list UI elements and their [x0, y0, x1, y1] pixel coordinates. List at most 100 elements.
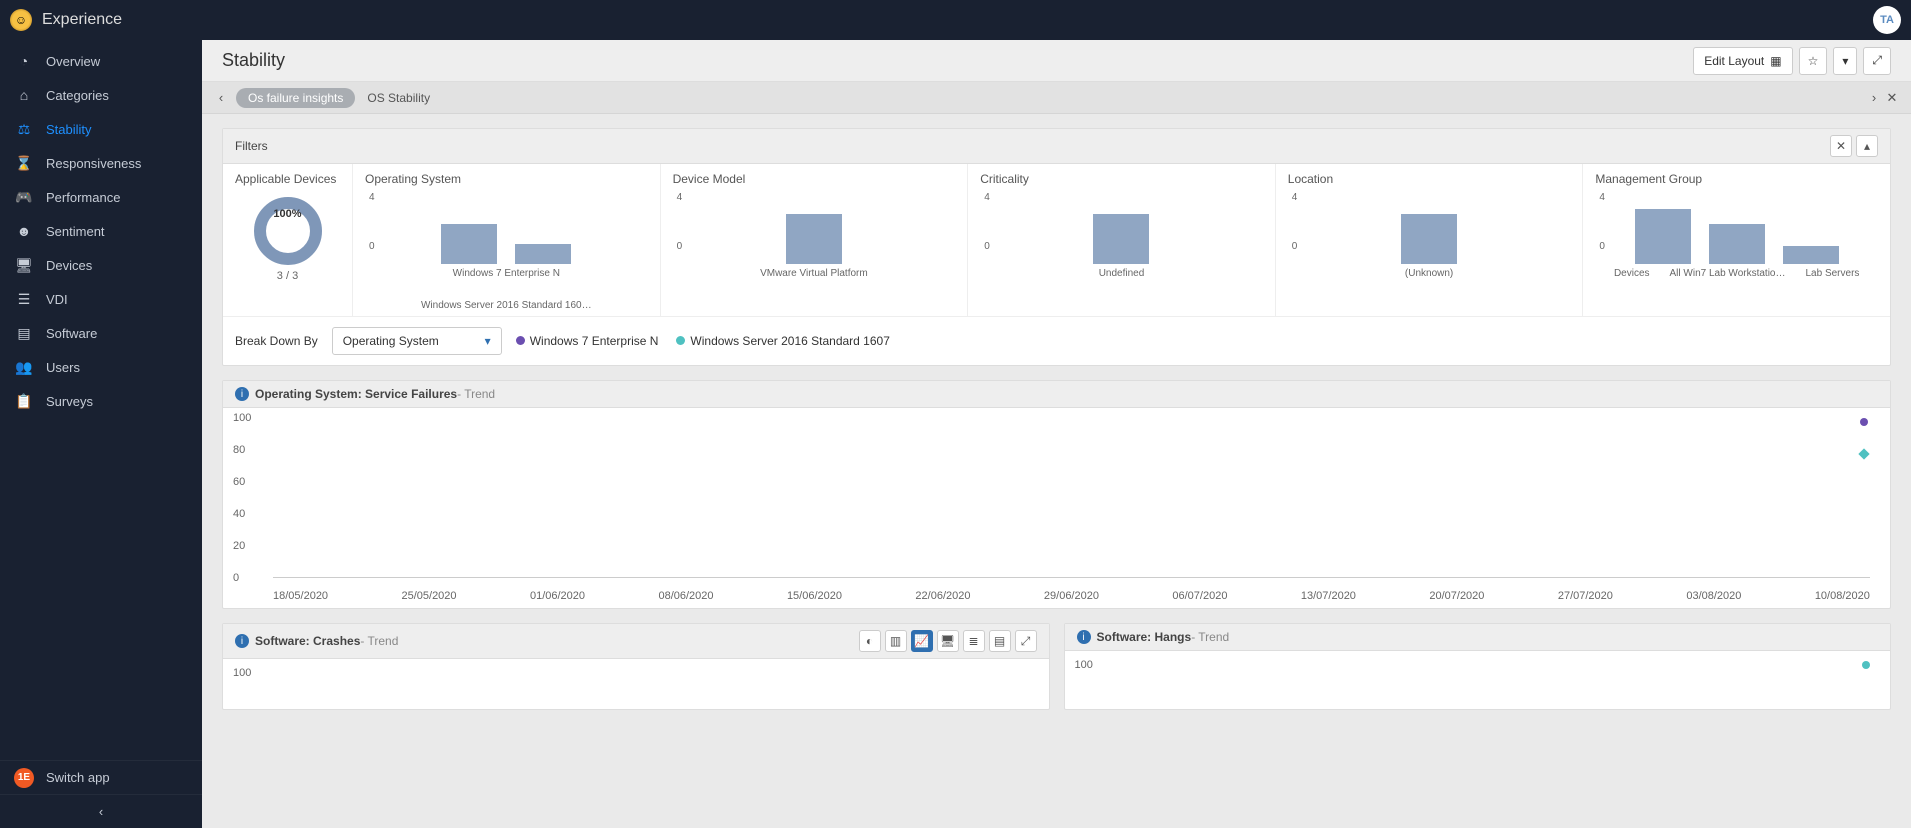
crumb-prev-button[interactable]: ‹ — [212, 90, 230, 105]
filter-bar-label: Windows Server 2016 Standard 160… — [421, 300, 592, 312]
nav-label: VDI — [46, 292, 68, 307]
filter-bar-label: (Unknown) — [1405, 268, 1453, 280]
chevron-down-icon: ▾ — [1842, 54, 1848, 68]
legend-dot-icon — [676, 336, 685, 345]
nav-label: Software — [46, 326, 97, 341]
sidebar-item-responsiveness[interactable]: ⌛Responsiveness — [0, 146, 202, 180]
filter-col[interactable]: Operating System 40 Windows 7 Enterprise… — [353, 164, 661, 316]
nav-label: Categories — [46, 88, 109, 103]
sidebar-item-sentiment[interactable]: ☻Sentiment — [0, 214, 202, 248]
filters-header: Filters ✕ ▴ — [223, 129, 1890, 164]
app-logo-icon: ☺ — [10, 9, 32, 31]
filter-applicable-devices: Applicable Devices 100% 3 / 3 — [223, 164, 353, 316]
trend-ytick: 100 — [233, 412, 251, 424]
breakdown-select[interactable]: Operating System ▾ — [332, 327, 502, 355]
crumb-next[interactable]: OS Stability — [367, 91, 430, 105]
bar-view-button[interactable]: ▥ — [885, 630, 907, 652]
sidebar-item-overview[interactable]: ◔Overview — [0, 44, 202, 78]
filter-bar[interactable] — [1783, 246, 1839, 264]
sidebar-item-categories[interactable]: ⌂Categories — [0, 78, 202, 112]
filter-bar[interactable] — [1709, 224, 1765, 264]
data-point-hangs[interactable] — [1862, 661, 1870, 669]
trend-xtick: 10/08/2020 — [1815, 590, 1870, 602]
favorite-button[interactable]: ☆ — [1799, 47, 1828, 75]
table-view-button[interactable]: ▤ — [989, 630, 1011, 652]
crashes-suffix: - Trend — [360, 634, 398, 648]
crumb-active[interactable]: Os failure insights — [236, 88, 355, 108]
trend-header: i Operating System: Service Failures - T… — [223, 381, 1890, 408]
filter-bar[interactable] — [1401, 214, 1457, 264]
filters-close-button[interactable]: ✕ — [1830, 135, 1852, 157]
trend-ytick: 40 — [233, 508, 245, 520]
software-hangs-panel: i Software: Hangs - Trend 100 — [1064, 623, 1892, 710]
fullscreen-button[interactable]: ⤢ — [1863, 47, 1891, 75]
sidebar-item-surveys[interactable]: 📋Surveys — [0, 384, 202, 418]
filter-bar[interactable] — [1093, 214, 1149, 264]
sidebar-item-stability[interactable]: ⚖Stability — [0, 112, 202, 146]
page-title: Stability — [222, 50, 285, 71]
filter-bar[interactable] — [515, 244, 571, 264]
star-icon: ☆ — [1808, 54, 1819, 68]
expand-panel-button[interactable]: ⤢ — [1015, 630, 1037, 652]
edit-layout-button[interactable]: Edit Layout ▦ — [1693, 47, 1792, 75]
sidebar-item-users[interactable]: 👥Users — [0, 350, 202, 384]
nav-label: Devices — [46, 258, 92, 273]
filter-col[interactable]: Management Group 40 DevicesAll Win7 Lab … — [1583, 164, 1890, 316]
filter-bar-label: VMware Virtual Platform — [760, 268, 868, 280]
info-icon: i — [235, 634, 249, 648]
grid-icon: ▦ — [1770, 54, 1781, 68]
line-view-button[interactable]: 📈 — [911, 630, 933, 652]
breakdown-row: Break Down By Operating System ▾ Windows… — [223, 316, 1890, 365]
trend-suffix: - Trend — [457, 387, 495, 401]
filter-bar[interactable] — [441, 224, 497, 264]
crumb-close-button[interactable]: ✕ — [1883, 90, 1901, 106]
sidebar-item-vdi[interactable]: ☰VDI — [0, 282, 202, 316]
nav-label: Performance — [46, 190, 120, 205]
filter-bar[interactable] — [1635, 209, 1691, 264]
topbar: ☺ Experience TA — [0, 0, 1911, 40]
chevron-down-icon: ▾ — [485, 334, 491, 348]
nav-icon: ☻ — [14, 223, 34, 239]
donut-percent: 100% — [273, 208, 301, 220]
filter-col-title: Location — [1288, 172, 1571, 186]
more-menu-button[interactable]: ▾ — [1833, 47, 1857, 75]
switch-app-label: Switch app — [46, 770, 110, 785]
trend-xtick: 27/07/2020 — [1558, 590, 1613, 602]
sidebar-item-devices[interactable]: 🖥Devices — [0, 248, 202, 282]
gauge-view-button[interactable]: ◐ — [859, 630, 881, 652]
nav-icon: ◔ — [14, 53, 34, 69]
sidebar-item-software[interactable]: ▤ Software — [0, 316, 202, 350]
data-point-winserver[interactable] — [1858, 448, 1869, 459]
filter-bar-label: Windows 7 Enterprise N — [453, 268, 560, 280]
breadcrumb-bar: ‹ Os failure insights OS Stability › ✕ — [202, 82, 1911, 114]
list-view-button[interactable]: ≣ — [963, 630, 985, 652]
sidebar-item-performance[interactable]: 🎮Performance — [0, 180, 202, 214]
switch-app-button[interactable]: 1E Switch app — [0, 760, 202, 794]
legend-item[interactable]: Windows Server 2016 Standard 1607 — [676, 334, 889, 348]
sidebar: ◔Overview⌂Categories⚖Stability⌛Responsiv… — [0, 40, 202, 828]
legend-dot-icon — [516, 336, 525, 345]
data-point-win7[interactable] — [1860, 418, 1868, 426]
crumb-forward-button[interactable]: › — [1865, 90, 1883, 105]
filters-panel: Filters ✕ ▴ Applicable Devices — [222, 128, 1891, 366]
hangs-ytick: 100 — [1075, 659, 1093, 671]
nav-icon: ▤ — [14, 325, 34, 342]
collapse-sidebar-button[interactable]: ‹ — [0, 794, 202, 828]
filter-col[interactable]: Device Model 40 VMware Virtual Platform — [661, 164, 969, 316]
legend-item[interactable]: Windows 7 Enterprise N — [516, 334, 659, 348]
filters-collapse-button[interactable]: ▴ — [1856, 135, 1878, 157]
app-title: Experience — [42, 11, 122, 29]
crashes-title: Software: Crashes — [255, 634, 360, 648]
nav-list: ◔Overview⌂Categories⚖Stability⌛Responsiv… — [0, 40, 202, 760]
trend-xtick: 13/07/2020 — [1301, 590, 1356, 602]
filter-col[interactable]: Criticality 40 Undefined — [968, 164, 1276, 316]
page-header: Stability Edit Layout ▦ ☆ ▾ ⤢ — [202, 40, 1911, 82]
device-view-button[interactable]: 🖥 — [937, 630, 959, 652]
filter-bar[interactable] — [786, 214, 842, 264]
filters-body: Applicable Devices 100% 3 / 3 Operating … — [223, 164, 1890, 316]
donut-ratio: 3 / 3 — [277, 270, 298, 282]
trend-plot-area — [273, 418, 1870, 578]
user-avatar[interactable]: TA — [1873, 6, 1901, 34]
filters-title: Filters — [235, 139, 268, 153]
filter-col[interactable]: Location 40 (Unknown) — [1276, 164, 1584, 316]
